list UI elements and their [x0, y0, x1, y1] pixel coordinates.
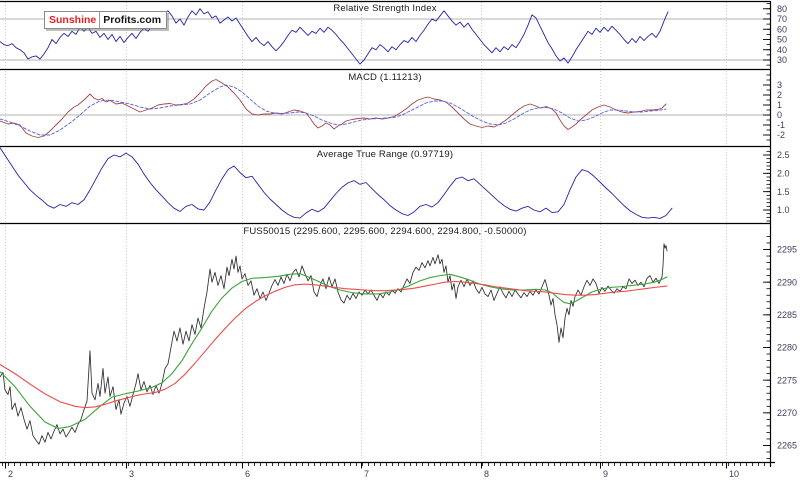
- day-label: 2: [8, 469, 13, 479]
- y-axis-label: 40: [777, 45, 787, 55]
- atr-line: [0, 147, 673, 219]
- y-axis-label: -1: [777, 120, 785, 130]
- y-axis-label: 70: [777, 14, 787, 24]
- y-axis-label: 50: [777, 35, 787, 45]
- ma-slow-red--line: [0, 280, 668, 409]
- y-axis-label: 2265: [777, 441, 797, 451]
- day-label: 8: [484, 469, 489, 479]
- y-axis-label: 2: [777, 90, 782, 100]
- y-axis-label: -2: [777, 130, 785, 140]
- y-axis-label: 1: [777, 100, 782, 110]
- y-axis-label: 30: [777, 55, 787, 65]
- fus50015-price-line: [0, 243, 668, 445]
- multi-panel-chart: 8070605040303210-1-22.52.01.51.022952290…: [0, 0, 797, 479]
- y-axis-label: 60: [777, 24, 787, 34]
- day-label: 7: [364, 469, 369, 479]
- logo-text-profits: Profits.com: [103, 14, 162, 26]
- y-axis-label: 2.5: [777, 150, 790, 160]
- y-axis-label: 2295: [777, 245, 797, 255]
- y-axis-label: 2285: [777, 310, 797, 320]
- y-axis-label: 2280: [777, 343, 797, 353]
- y-axis-label: 0: [777, 110, 782, 120]
- y-axis-label: 2275: [777, 375, 797, 385]
- y-axis-label: 1.0: [777, 205, 790, 215]
- day-label: 6: [245, 469, 250, 479]
- chart-application-canvas: 80 70 60 50 40 30 3 2 1 0 -1 -2 2.5 2.0 1.5 1.0 2295 2290…: [0, 0, 800, 486]
- day-label: 3: [129, 469, 134, 479]
- sunshineprofits-logo: Sunshine Profits.com: [44, 11, 168, 29]
- y-axis-label: 2290: [777, 277, 797, 287]
- day-label: 9: [603, 469, 608, 479]
- y-axis-label: 2270: [777, 408, 797, 418]
- logo-text-sunshine: Sunshine: [45, 12, 101, 28]
- macd-line: [0, 79, 667, 138]
- y-axis-label: 2.0: [777, 169, 790, 179]
- y-axis-label: 1.5: [777, 187, 790, 197]
- y-axis-label: 3: [777, 80, 782, 90]
- y-axis-label: 80: [777, 4, 787, 14]
- day-label: 10: [729, 469, 739, 479]
